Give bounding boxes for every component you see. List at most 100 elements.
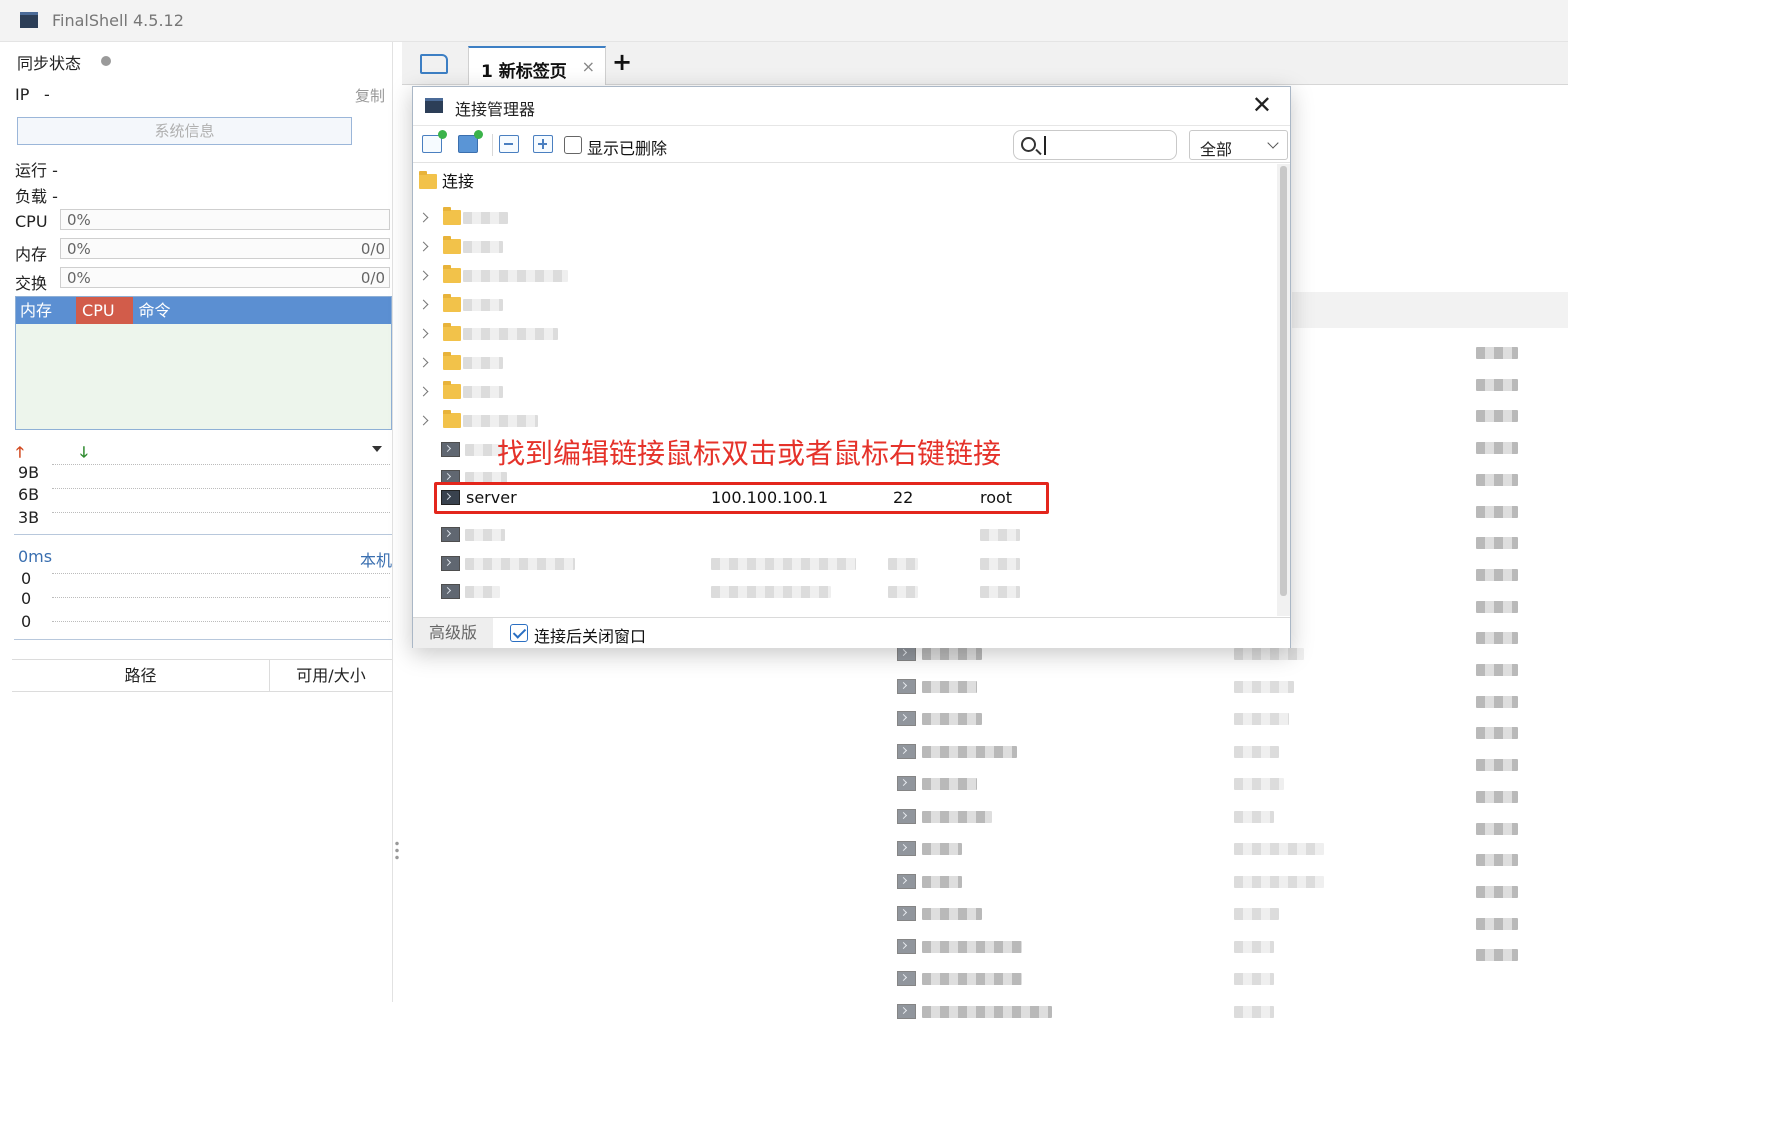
redacted-background-cell <box>1476 790 1518 803</box>
toolbar-divider <box>492 134 493 156</box>
memory-label: 内存 <box>15 245 48 264</box>
redacted-background-cell <box>1476 854 1518 867</box>
tree-root-label[interactable]: 连接 <box>442 168 474 192</box>
dialog-header: 连接管理器 ✕ <box>413 87 1290 125</box>
sync-status-label: 同步状态 <box>17 54 82 73</box>
folder-icon <box>443 352 461 370</box>
latency-grid-line <box>52 621 390 622</box>
terminal-icon <box>441 442 460 457</box>
expand-arrow-icon[interactable] <box>418 415 429 426</box>
advanced-edition-tab[interactable]: 高级版 <box>413 618 493 648</box>
disk-size-header[interactable]: 可用/大小 <box>270 660 392 691</box>
latency-tick-3: 0 <box>21 612 32 631</box>
ip-value: - <box>44 85 50 104</box>
sync-status-dot-icon <box>101 56 111 66</box>
redacted-folder-name <box>463 270 568 282</box>
terminal-icon <box>897 841 916 856</box>
text-caret <box>1044 136 1046 155</box>
redacted-connection-field <box>888 558 918 570</box>
redacted-background-cell <box>1476 378 1518 391</box>
collapse-icon[interactable] <box>499 135 519 153</box>
scrollbar-thumb[interactable] <box>1280 166 1287 596</box>
copy-ip-button[interactable]: 复制 <box>355 85 385 106</box>
redacted-background-cell <box>922 875 962 888</box>
expand-arrow-icon[interactable] <box>418 386 429 397</box>
tree-scrollbar[interactable] <box>1277 164 1290 616</box>
app-icon <box>425 98 443 113</box>
ip-label: IP <box>15 85 30 104</box>
terminal-icon <box>441 584 460 599</box>
swap-label: 交换 <box>15 274 48 293</box>
redacted-background-cell <box>922 973 1022 985</box>
redacted-background-cell <box>922 843 962 855</box>
disk-path-header[interactable]: 路径 <box>12 660 270 691</box>
redacted-background-cell <box>1234 810 1274 823</box>
folder-icon <box>443 323 461 341</box>
net-tick-3: 3B <box>18 508 40 527</box>
expand-arrow-icon[interactable] <box>418 241 429 252</box>
close-after-connect-checkbox[interactable] <box>510 624 528 642</box>
expand-arrow-icon[interactable] <box>418 270 429 281</box>
folder-icon <box>443 410 461 428</box>
terminal-icon <box>897 808 916 824</box>
redacted-connection-field <box>465 529 505 541</box>
redacted-folder-name <box>463 415 538 427</box>
process-tabs: 内存 CPU 命令 <box>16 297 391 324</box>
tab-new[interactable]: 1 新标签页 × <box>468 46 606 85</box>
expand-arrow-icon[interactable] <box>418 357 429 368</box>
panel-splitter-handle[interactable] <box>394 840 400 862</box>
redacted-background-cell <box>1476 632 1518 645</box>
redacted-background-cell <box>1476 917 1518 930</box>
add-tab-button[interactable]: + <box>612 48 632 76</box>
system-info-button[interactable]: 系统信息 <box>17 117 352 145</box>
load-status: 负载 - <box>15 187 58 206</box>
redacted-background-cell <box>1234 713 1289 725</box>
terminal-icon <box>897 873 916 889</box>
redacted-background-cell <box>1476 442 1518 455</box>
redacted-background-cell <box>922 940 1022 953</box>
redacted-background-cell <box>1234 843 1324 855</box>
add-connection-icon[interactable] <box>422 130 447 153</box>
search-input[interactable] <box>1013 130 1177 160</box>
redacted-folder-name <box>463 212 508 224</box>
folder-open-icon[interactable] <box>420 54 448 74</box>
expand-arrow-icon[interactable] <box>418 299 429 310</box>
terminal-icon <box>441 527 460 542</box>
process-tab-memory[interactable]: 内存 <box>16 297 76 324</box>
redacted-background-cell <box>922 778 977 790</box>
cpu-usage-value: 0% <box>67 211 91 229</box>
net-tick-1: 9B <box>18 463 40 482</box>
show-deleted-label: 显示已删除 <box>587 139 668 158</box>
network-interface-dropdown-icon[interactable] <box>372 446 382 452</box>
expand-icon[interactable] <box>533 135 553 153</box>
show-deleted-checkbox[interactable] <box>564 136 582 154</box>
terminal-icon <box>897 678 916 694</box>
redacted-background-cell <box>1234 973 1274 985</box>
terminal-icon <box>897 743 916 759</box>
tab-close-icon[interactable]: × <box>582 57 595 76</box>
redacted-background-cell <box>1234 1005 1274 1018</box>
redacted-background-cell <box>1476 505 1518 518</box>
redacted-background-cell <box>1476 759 1518 772</box>
dialog-toolbar: 显示已删除 全部 <box>413 125 1290 163</box>
redacted-background-cell <box>922 648 982 660</box>
close-icon[interactable]: ✕ <box>1252 91 1272 119</box>
redacted-connection-field <box>980 586 1020 598</box>
process-tab-command[interactable]: 命令 <box>133 297 177 324</box>
latency-value: 0ms <box>18 547 53 566</box>
expand-arrow-icon[interactable] <box>418 212 429 223</box>
filter-select-value: 全部 <box>1200 140 1233 159</box>
app-icon <box>20 12 38 28</box>
add-folder-icon[interactable] <box>458 130 483 153</box>
redacted-background-cell <box>1476 568 1518 581</box>
redacted-folder-name <box>463 386 503 398</box>
expand-arrow-icon[interactable] <box>418 328 429 339</box>
process-tab-cpu[interactable]: CPU <box>76 297 133 324</box>
redacted-background-cell <box>1476 695 1518 708</box>
terminal-icon <box>897 1003 916 1019</box>
latency-tick-1: 0 <box>21 569 32 588</box>
process-panel: 内存 CPU 命令 <box>15 296 392 430</box>
redacted-background-cell <box>1234 778 1284 790</box>
redacted-background-cell <box>1476 664 1518 676</box>
filter-select[interactable]: 全部 <box>1189 130 1288 160</box>
